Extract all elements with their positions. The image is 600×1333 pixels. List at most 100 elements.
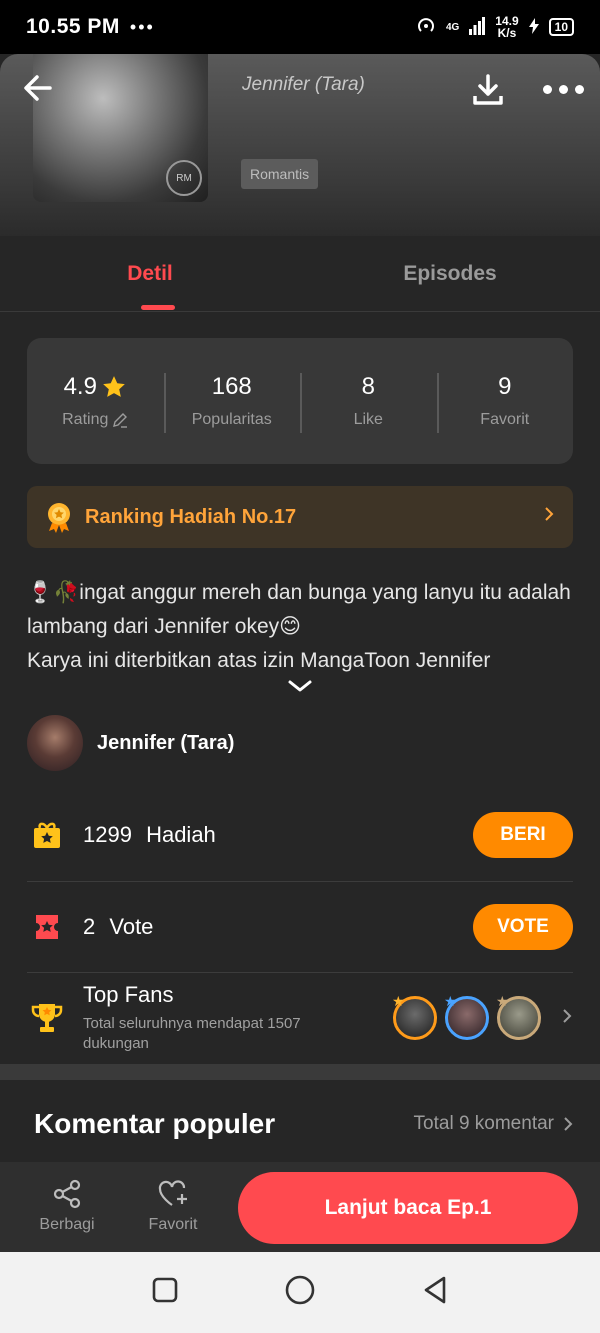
vote-label: Vote [109,914,154,939]
gift-row: 1299 Hadiah BERI [27,812,573,858]
rating-value: 4.9 [63,373,97,400]
status-time: 10.55 PM [26,15,120,38]
header-author: Jennifer (Tara) [242,74,365,95]
star-icon [103,376,125,397]
top-fans-row[interactable]: Top Fans Total seluruhnya mendapat 1507 … [27,982,573,1054]
fan-avatar: ★ [392,993,437,1040]
more-dot-icon [558,84,568,94]
tab-indicator [141,305,175,310]
trophy-icon [27,998,67,1038]
like-label: Like [353,411,383,428]
fan-avatar: ★ [496,993,541,1040]
section-separator [0,1064,600,1080]
cover-image: RM [33,54,208,202]
comments-total: Total 9 komentar [413,1113,554,1134]
system-nav-bar [0,1252,600,1333]
charging-icon [528,17,539,37]
recents-button[interactable] [151,1276,179,1309]
gift-label: Hadiah [146,822,216,847]
favorite-value: 9 [498,373,512,400]
screen: 10.55 PM ••• 4G 14.9 K/s 10 RM Jennifer … [0,0,600,1333]
heart-plus-icon [158,1180,187,1206]
circle-icon [285,1275,315,1305]
header-banner: RM Jennifer (Tara) Romantis [0,54,600,236]
home-button[interactable] [284,1274,316,1311]
tab-bar: Detil Episodes [0,236,600,312]
stat-rating-label-row: Rating [27,411,164,429]
status-bar: 10.55 PM ••• 4G 14.9 K/s 10 [0,0,600,54]
ranking-label: Ranking Hadiah No.17 [85,505,297,528]
chevron-down-icon [288,680,312,692]
fan-avatar: ★ [444,993,489,1040]
back-button[interactable] [18,68,58,108]
comments-total-link[interactable]: Total 9 komentar [414,1113,574,1135]
network-label: 4G [445,21,460,33]
divider [27,972,573,973]
genre-tag[interactable]: Romantis [241,159,319,189]
more-dot-icon [542,84,552,94]
divider [27,881,573,882]
vote-button[interactable]: VOTE [473,904,573,950]
crown-icon: ★ [444,993,457,1009]
net-speed: 14.9 K/s [495,15,518,39]
download-icon [473,74,503,105]
stat-rating-value-row: 4.9 [27,373,164,401]
tab-episodes[interactable]: Episodes [300,236,600,311]
author-row[interactable]: Jennifer (Tara) [27,715,234,771]
chevron-right-icon [561,1007,573,1030]
status-left: 10.55 PM ••• [26,15,155,39]
gift-text: 1299 Hadiah [83,822,473,848]
chevron-right-icon [564,1117,573,1131]
chevron-right-icon [543,505,555,529]
comments-header: Komentar populer Total 9 komentar [34,1108,574,1140]
give-gift-button[interactable]: BERI [473,812,573,858]
back-arrow-icon [24,75,52,101]
stat-like: 8 Like [300,373,437,433]
author-avatar [27,715,83,771]
stat-favorite: 9 Favorit [436,373,574,433]
signal-icon [469,16,486,38]
description: 🍷🥀ingat anggur mereh dan bunga yang lany… [27,576,573,678]
status-right: 4G 14.9 K/s 10 [416,15,574,39]
author-name: Jennifer (Tara) [97,731,235,754]
more-dot-icon [574,84,584,94]
top-fans-text: Top Fans Total seluruhnya mendapat 1507 … [83,982,393,1054]
triangle-back-icon [424,1276,446,1304]
stat-popularity: 168 Popularitas [163,373,301,433]
ticket-icon [27,907,67,947]
top-fans-avatars: ★ ★ ★ [392,993,541,1040]
back-nav-button[interactable] [421,1275,449,1310]
expand-description-button[interactable] [285,676,315,696]
share-button[interactable]: Berbagi [27,1178,107,1234]
stats-card: 4.9 Rating 168 Popularitas 8 Like 9 Favo… [27,338,573,464]
square-icon [152,1277,178,1303]
bottom-action-bar: Berbagi Favorit Lanjut baca Ep.1 [0,1162,600,1252]
vote-count: 2 [83,914,96,939]
description-line-2: Karya ini diterbitkan atas izin MangaToo… [27,649,491,672]
like-value: 8 [361,373,375,400]
share-label: Berbagi [39,1216,95,1233]
continue-reading-button[interactable]: Lanjut baca Ep.1 [238,1172,578,1244]
top-fans-subtitle: Total seluruhnya mendapat 1507 dukungan [83,1015,301,1052]
description-line-1: 🍷🥀ingat anggur mereh dan bunga yang lany… [27,581,571,638]
vote-row: 2 Vote VOTE [27,904,573,950]
more-options-button[interactable] [538,74,588,104]
favorite-label: Favorit [148,1216,198,1233]
favorite-label: Favorit [480,411,530,428]
vote-text: 2 Vote [83,914,473,940]
status-dots: ••• [129,16,155,37]
rating-label: Rating [62,411,109,428]
top-fans-title: Top Fans [83,982,174,1007]
comments-title: Komentar populer [34,1108,276,1139]
stat-rating[interactable]: 4.9 Rating [27,373,164,429]
popularity-value: 168 [211,373,252,400]
hotspot-icon [416,16,436,39]
popularity-label: Popularitas [191,411,272,428]
download-button[interactable] [468,70,508,110]
net-speed-unit: K/s [497,26,517,40]
gift-count: 1299 [83,822,132,847]
favorite-button[interactable]: Favorit [133,1178,213,1234]
ranking-banner[interactable]: Ranking Hadiah No.17 [27,486,573,548]
tab-detil[interactable]: Detil [0,236,300,311]
cover-logo: RM [166,160,202,196]
